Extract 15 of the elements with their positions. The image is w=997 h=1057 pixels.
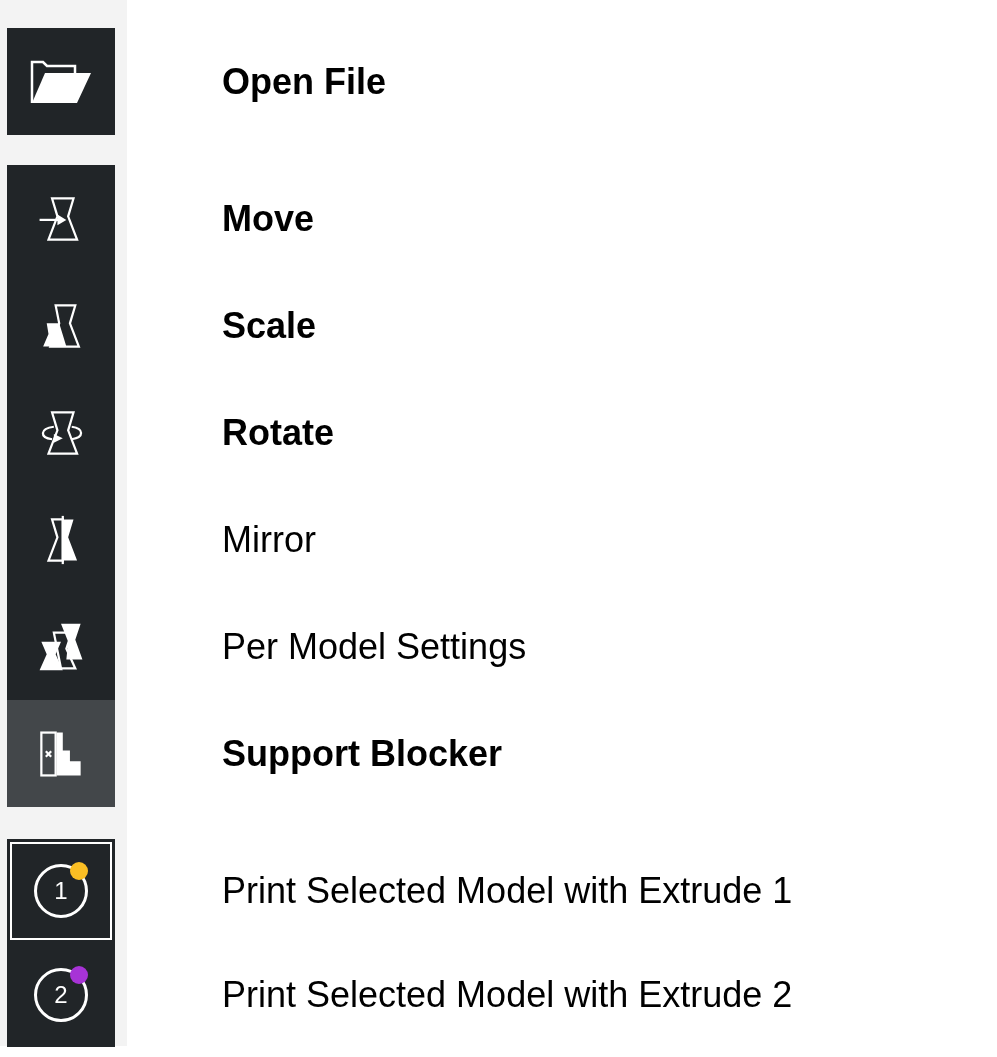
- tool-label: Support Blocker: [221, 731, 503, 776]
- tool-label: Print Selected Model with Extrude 1: [221, 869, 793, 913]
- open-file-button[interactable]: [7, 28, 115, 135]
- tool-button[interactable]: [7, 593, 115, 700]
- extruder-button[interactable]: 1: [10, 842, 112, 940]
- tool-label: Open File: [221, 59, 387, 104]
- tool-button[interactable]: [7, 700, 115, 807]
- tool-label: Print Selected Model with Extrude 2: [221, 973, 793, 1017]
- folder-icon: [29, 58, 93, 105]
- tool-label: Mirror: [221, 517, 316, 562]
- tool-button[interactable]: [7, 165, 115, 272]
- tool-label: Rotate: [221, 410, 334, 455]
- tool-label: Per Model Settings: [221, 624, 527, 669]
- tool-label: Scale: [221, 303, 317, 348]
- tool-label: Move: [221, 196, 315, 241]
